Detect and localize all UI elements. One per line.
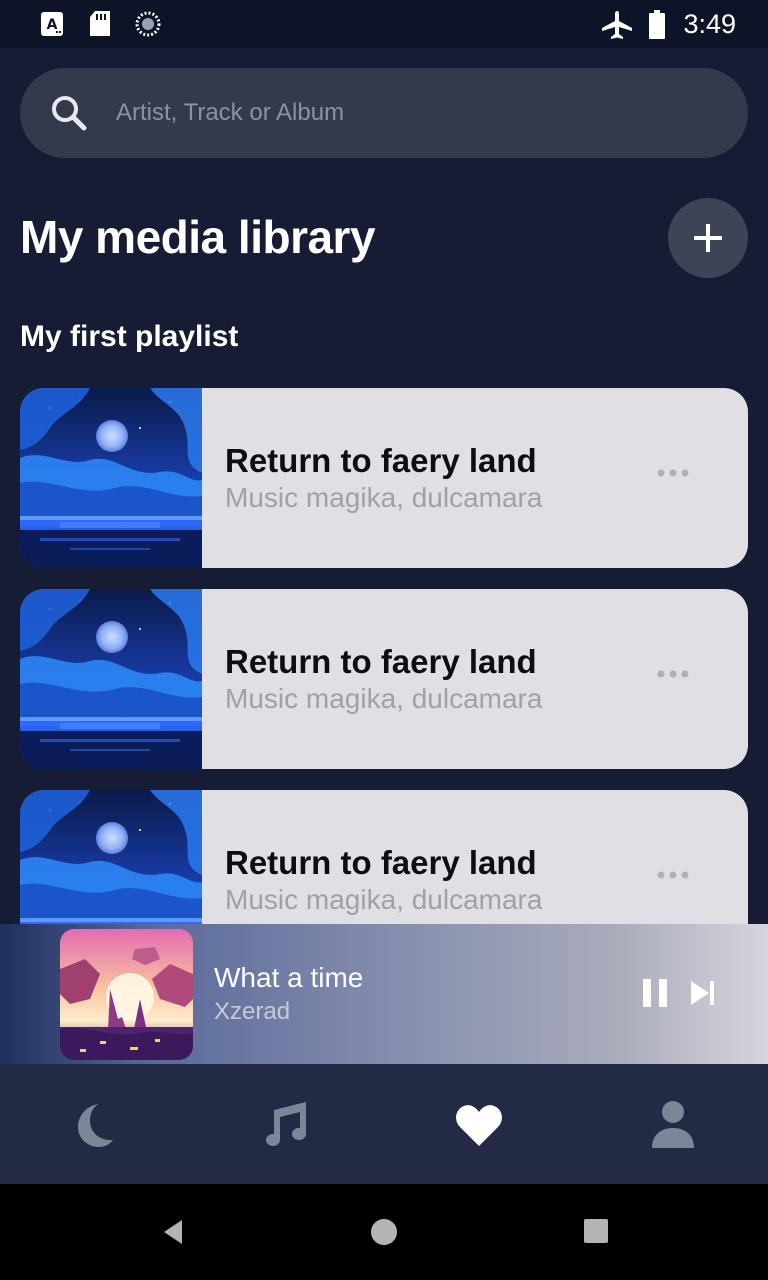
- skip-next-icon[interactable]: [688, 979, 718, 1007]
- system-nav-bar: [0, 1184, 768, 1280]
- album-art: [20, 589, 202, 769]
- album-art: [20, 388, 202, 568]
- pause-icon[interactable]: [640, 976, 670, 1010]
- track-card[interactable]: Return to faery land Music magika, dulca…: [20, 388, 748, 568]
- sync-icon: [135, 11, 161, 37]
- now-playing-artist: Xzerad: [214, 998, 291, 1025]
- sd-card-icon: [90, 11, 110, 36]
- now-playing-title: What a time: [214, 962, 364, 993]
- more-icon[interactable]: [656, 669, 690, 679]
- keyboard-a-icon: A: [41, 12, 63, 36]
- track-title: Return to faery land: [225, 442, 537, 479]
- svg-text:A: A: [47, 17, 58, 33]
- music-note-icon[interactable]: [258, 1100, 308, 1150]
- search-bar[interactable]: [20, 68, 748, 158]
- track-list[interactable]: Return to faery land Music magika, dulca…: [20, 388, 748, 924]
- person-icon[interactable]: [648, 1100, 698, 1150]
- track-card[interactable]: Return to faery land Music magika, dulca…: [20, 790, 748, 924]
- home-icon[interactable]: [370, 1218, 398, 1246]
- more-icon[interactable]: [656, 870, 690, 880]
- album-art: [20, 790, 202, 924]
- page-title: My media library: [20, 211, 376, 263]
- battery-icon: [649, 10, 665, 39]
- track-artist: Music magika, dulcamara: [225, 884, 543, 915]
- add-button[interactable]: [668, 198, 748, 278]
- search-icon: [52, 96, 87, 131]
- back-icon[interactable]: [160, 1218, 186, 1246]
- airplane-mode-icon: [602, 11, 632, 39]
- track-title: Return to faery land: [225, 844, 537, 881]
- track-card[interactable]: Return to faery land Music magika, dulca…: [20, 589, 748, 769]
- bottom-tab-bar: [0, 1064, 768, 1184]
- track-artist: Music magika, dulcamara: [225, 683, 543, 714]
- track-artist: Music magika, dulcamara: [225, 482, 543, 513]
- plus-icon: [694, 224, 722, 252]
- heart-icon[interactable]: [454, 1100, 504, 1150]
- playlist-title: My first playlist: [20, 320, 239, 353]
- mini-player[interactable]: What a time Xzerad: [0, 924, 768, 1064]
- track-title: Return to faery land: [225, 643, 537, 680]
- status-time: 3:49: [683, 9, 736, 39]
- search-input[interactable]: [116, 88, 716, 138]
- now-playing-art: [60, 929, 193, 1060]
- status-bar: A 3:49: [0, 0, 768, 48]
- more-icon[interactable]: [656, 468, 690, 478]
- moon-icon[interactable]: [68, 1100, 118, 1150]
- recents-icon[interactable]: [583, 1218, 609, 1244]
